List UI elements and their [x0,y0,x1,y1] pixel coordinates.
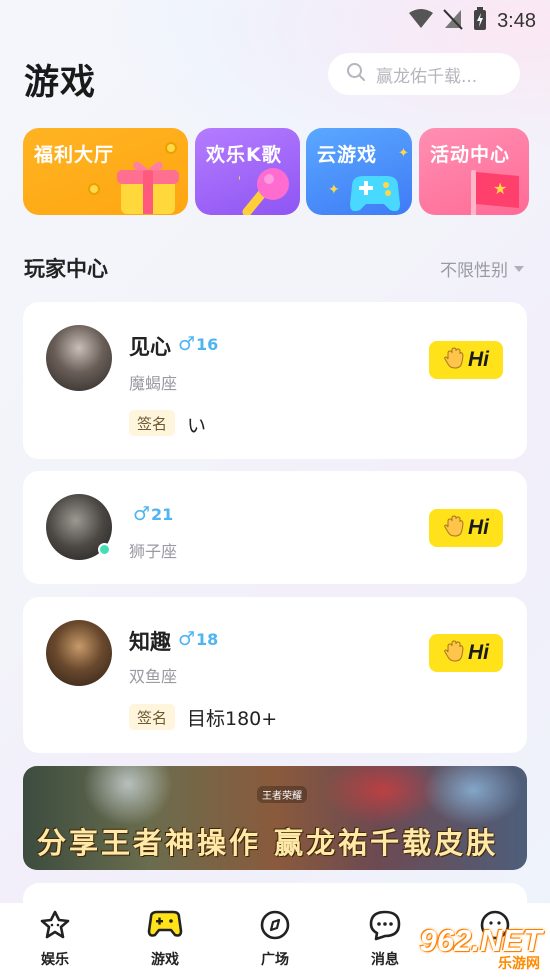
compass-icon [258,909,292,945]
user-card[interactable]: ♂ 21 狮子座 Hi [23,471,527,584]
avatar[interactable] [46,325,112,391]
caret-down-icon [514,265,524,272]
hi-button[interactable]: Hi [429,341,503,379]
user-card[interactable]: 知趣 ♂ 18 双鱼座 签名 目标180+ Hi [23,597,527,753]
feature-label: 活动中心 [430,144,511,166]
wave-hand-icon [443,640,465,666]
hi-label: Hi [468,641,489,664]
gender-filter-label: 不限性别 [440,261,508,281]
page-title: 游戏 [24,63,97,103]
gamepad-icon [146,909,184,945]
no-signal-icon [443,8,463,34]
feature-label: 欢乐K歌 [206,144,282,166]
status-bar: 3:48 [0,0,550,38]
battery-charging-icon [473,7,487,35]
male-icon: ♂ [133,503,151,525]
sparkle-icon: ✦ [328,182,340,198]
search-bar[interactable]: 赢龙佑千载... [328,53,520,95]
promo-banner[interactable]: 王者荣耀 分享王者神操作 赢龙祐千载皮肤 [23,766,527,870]
game-logo: 王者荣耀 [257,786,307,803]
nav-label: 游戏 [151,952,179,968]
zodiac: 狮子座 [129,542,178,561]
gender-age: ♂ 16 [178,333,219,355]
search-placeholder: 赢龙佑千载... [376,66,478,87]
nav-games[interactable]: 游戏 [125,909,205,969]
signature-tag: 签名 [129,410,175,436]
banner-artwork [423,766,523,826]
nav-plaza[interactable]: 广场 [235,909,315,969]
gender-age: ♂ 21 [133,503,174,525]
feature-label: 福利大厅 [34,144,115,166]
coin-icon [88,183,100,195]
signature-tag: 签名 [129,704,175,730]
hi-label: Hi [468,348,489,371]
search-icon [346,62,366,86]
nav-label: 广场 [261,952,289,968]
user-card[interactable]: 见心 ♂ 16 魔蝎座 签名 い Hi [23,302,527,459]
male-icon: ♂ [178,333,196,355]
nav-entertainment[interactable]: 娱乐 [15,909,95,969]
gamepad-icon [342,172,408,215]
flag-icon: ★ [467,166,527,215]
star-icon [38,909,72,945]
hi-label: Hi [468,516,489,539]
feature-label: 云游戏 [317,144,378,166]
chat-icon [367,909,403,945]
signature-text: い [187,415,207,437]
wave-hand-icon [443,515,465,541]
gender-age: ♂ 18 [178,628,219,650]
site-watermark-sub: 乐游网 [498,956,540,972]
sparkle-icon: ✦ [398,146,409,161]
section-title: 玩家中心 [24,257,108,281]
feature-cloud-game[interactable]: 云游戏 ✦ ✦ [306,128,412,215]
svg-text:★: ★ [493,179,507,198]
banner-text: 分享王者神操作 赢龙祐千载皮肤 [37,826,499,860]
male-icon: ♂ [178,628,196,650]
banner-artwork [83,766,173,826]
nav-label: 娱乐 [41,952,69,968]
user-name: 见心 [129,335,171,359]
avatar[interactable] [46,620,112,686]
hi-button[interactable]: Hi [429,509,503,547]
feature-activity-center[interactable]: 活动中心 ★ [419,128,529,215]
gender-filter[interactable]: 不限性别 [440,256,524,281]
coin-icon [165,142,177,154]
nav-label: 消息 [371,952,399,968]
wave-hand-icon [443,347,465,373]
zodiac: 魔蝎座 [129,374,178,393]
microphone-icon [234,166,297,215]
feature-karaoke[interactable]: 欢乐K歌 [195,128,300,215]
feature-welfare-hall[interactable]: 福利大厅 [23,128,188,215]
user-name: 知趣 [129,630,171,654]
gift-icon [91,158,181,215]
online-status-dot [98,543,111,556]
wifi-icon [409,9,434,33]
signature-text: 目标180+ [187,708,278,730]
hi-button[interactable]: Hi [429,634,503,672]
nav-messages[interactable]: 消息 [345,909,425,969]
status-time: 3:48 [497,9,536,32]
zodiac: 双鱼座 [129,667,178,686]
